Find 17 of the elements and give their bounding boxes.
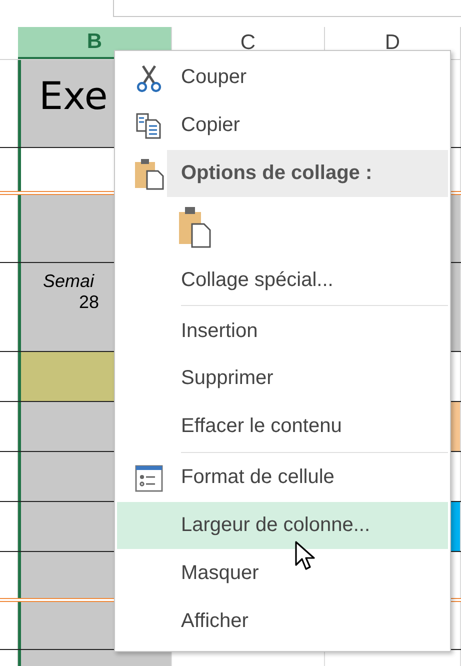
menu-item[interactable]: Masquer (117, 549, 448, 598)
menu-section-header: Options de collage : (167, 150, 448, 197)
scissors-icon (134, 62, 164, 93)
paste-button[interactable] (177, 204, 213, 248)
menu-item[interactable]: Afficher (117, 597, 448, 646)
menu-item[interactable]: Format de cellule (117, 454, 448, 502)
menu-item[interactable]: Effacer le contenu (117, 402, 448, 451)
paste-icon (133, 156, 165, 190)
menu-item[interactable]: Supprimer (117, 355, 448, 403)
format-cells-icon (134, 462, 164, 493)
menu-item[interactable]: Largeur de colonne... (117, 502, 448, 550)
copy-icon (134, 110, 164, 141)
menu-item[interactable]: Insertion (117, 307, 448, 355)
menu-item[interactable]: Collage spécial... (117, 256, 448, 304)
mouse-cursor-icon (294, 540, 316, 572)
week-label: Semai (43, 271, 94, 292)
week-number: 28 (79, 292, 100, 313)
